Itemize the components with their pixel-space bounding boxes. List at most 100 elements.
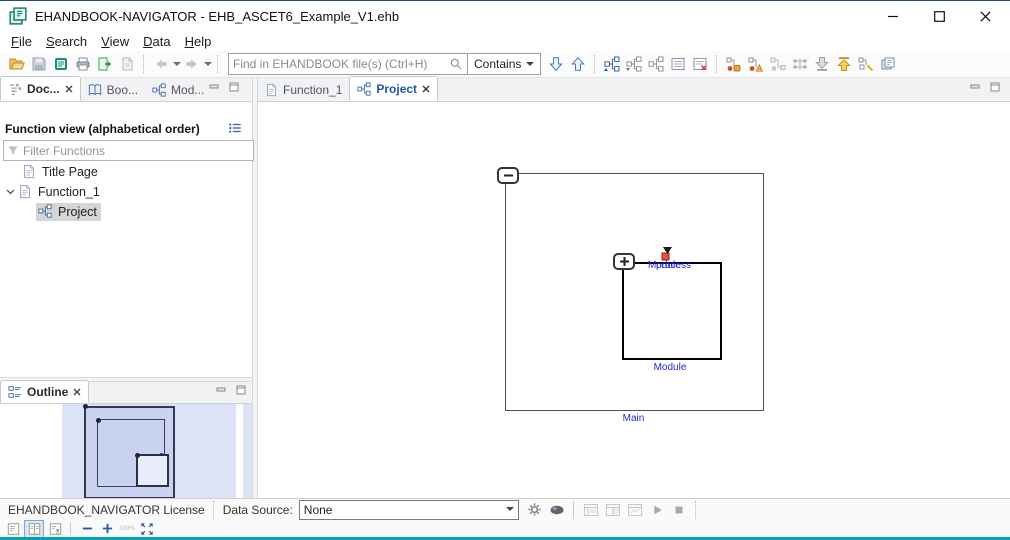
visualization-icon[interactable]: [547, 501, 567, 519]
minimize-panel-icon[interactable]: [970, 82, 981, 92]
close-icon[interactable]: [65, 85, 73, 93]
chevron-down-icon[interactable]: [2, 184, 18, 200]
outline-icon: [8, 385, 22, 399]
export-icon[interactable]: [95, 55, 115, 73]
status-separator: [573, 501, 575, 519]
forward-menu-icon[interactable]: [203, 55, 212, 73]
zoom-reset-icon[interactable]: 100%: [118, 521, 136, 537]
tab-outline[interactable]: Outline: [0, 380, 89, 403]
open-icon[interactable]: [7, 55, 27, 73]
print-icon[interactable]: [73, 55, 93, 73]
maximize-panel-icon[interactable]: [229, 82, 240, 92]
presentation-view-icon[interactable]: [46, 521, 64, 537]
zoom-in-icon[interactable]: [98, 521, 116, 537]
step-into-icon[interactable]: [812, 55, 832, 73]
menu-help[interactable]: Help: [178, 33, 219, 50]
collapse-children-icon[interactable]: [624, 55, 644, 73]
view-menu-icon[interactable]: [228, 121, 242, 135]
selected-tree-item[interactable]: Project: [36, 203, 101, 221]
book-view-icon[interactable]: [24, 520, 44, 538]
minimize-window-button[interactable]: [870, 1, 916, 31]
process-overlay-label: process: [656, 260, 691, 271]
stop-measurement-icon: [669, 501, 689, 519]
maximize-panel-icon[interactable]: [990, 82, 1001, 92]
hierarchy-icon: [152, 83, 166, 97]
search-mode-dropdown[interactable]: Contains: [468, 57, 540, 71]
hierarchy-icon: [38, 204, 54, 220]
menu-view[interactable]: View: [94, 33, 136, 50]
show-list-icon[interactable]: [668, 55, 688, 73]
app-icon: [9, 7, 27, 25]
tree-item-title-page[interactable]: Title Page: [0, 162, 252, 182]
main-block-label: Main: [505, 413, 762, 424]
tab-bookmarks-view[interactable]: Boo...: [81, 78, 145, 101]
tree-item-project[interactable]: Project: [0, 202, 252, 222]
locate-label-icon[interactable]: [746, 55, 766, 73]
filter-placeholder: Filter Functions: [23, 144, 105, 158]
tree-item-function-1[interactable]: Function_1: [0, 182, 252, 202]
filter-functions-input[interactable]: Filter Functions: [3, 140, 254, 161]
search-mode-label: Contains: [474, 57, 521, 71]
tab-model-view[interactable]: Mod...: [145, 78, 211, 101]
back-icon[interactable]: [151, 55, 171, 73]
tab-label: Function_1: [283, 83, 342, 97]
outline-thumbnail[interactable]: [0, 404, 252, 498]
find-previous-icon[interactable]: [568, 55, 588, 73]
single-page-view-icon[interactable]: [4, 521, 22, 537]
menu-search[interactable]: Search: [39, 33, 94, 50]
find-input[interactable]: [229, 56, 445, 72]
expand-children-icon[interactable]: [602, 55, 622, 73]
license-status: EHANDBOOK_NAVIGATOR License: [8, 503, 205, 517]
zoom-reset-label: 100%: [119, 526, 135, 532]
close-window-button[interactable]: [962, 1, 1008, 31]
forward-icon[interactable]: [182, 55, 202, 73]
close-icon[interactable]: [422, 85, 430, 93]
navigate-model-icon[interactable]: [856, 55, 876, 73]
editor-tab-bar: Function_1 Project: [258, 78, 1010, 102]
close-icon[interactable]: [73, 388, 81, 396]
data-source-settings-icon[interactable]: [525, 501, 545, 519]
minimize-panel-icon[interactable]: [216, 385, 227, 395]
split-view-icon[interactable]: [790, 55, 810, 73]
step-out-icon[interactable]: [834, 55, 854, 73]
tab-function-1[interactable]: Function_1: [258, 78, 349, 101]
function-tree: Title Page Function_1 Project: [0, 162, 252, 222]
zoom-out-icon[interactable]: [78, 521, 96, 537]
duplicate-view-icon[interactable]: [878, 55, 898, 73]
data-source-value: None: [304, 503, 333, 517]
locate-model-icon[interactable]: [768, 55, 788, 73]
title-bar[interactable]: EHANDBOOK-NAVIGATOR - EHB_ASCET6_Example…: [0, 1, 1010, 31]
save-icon[interactable]: [29, 55, 49, 73]
tree-view-icon: [8, 82, 22, 96]
back-menu-icon[interactable]: [172, 55, 181, 73]
window-title: EHANDBOOK-NAVIGATOR - EHB_ASCET6_Example…: [35, 9, 399, 24]
module-block[interactable]: [622, 262, 722, 360]
fit-to-view-icon[interactable]: [138, 521, 156, 537]
outline-main-rect: [84, 406, 175, 498]
minimize-panel-icon[interactable]: [209, 82, 220, 92]
collapse-main-button[interactable]: [497, 167, 519, 184]
hide-list-icon[interactable]: [690, 55, 710, 73]
maximize-window-button[interactable]: [916, 1, 962, 31]
book-icon: [88, 83, 102, 97]
find-next-icon[interactable]: [546, 55, 566, 73]
menu-data[interactable]: Data: [136, 33, 177, 50]
outline-panel-buttons: [216, 385, 247, 395]
tab-document-view[interactable]: Doc...: [0, 76, 81, 101]
pdf-export-icon[interactable]: [117, 55, 137, 73]
start-measurement-icon: [647, 501, 667, 519]
expand-siblings-icon[interactable]: [646, 55, 666, 73]
left-panel-tab-bar: Doc... Boo... Mod...: [0, 78, 252, 102]
tab-label: Boo...: [107, 83, 138, 97]
diagram-canvas[interactable]: Main Module process Module: [258, 102, 1010, 498]
tab-project[interactable]: Project: [349, 76, 438, 101]
menu-file[interactable]: File: [4, 33, 39, 50]
locate-data-icon[interactable]: [724, 55, 744, 73]
outline-scrollbar[interactable]: [236, 404, 243, 498]
search-icon[interactable]: [446, 55, 466, 73]
data-source-select[interactable]: None: [299, 500, 519, 520]
ehb-file-icon[interactable]: [51, 55, 71, 73]
maximize-panel-icon[interactable]: [236, 385, 247, 395]
chevron-down-icon: [506, 507, 514, 512]
expand-module-button[interactable]: [613, 253, 635, 270]
